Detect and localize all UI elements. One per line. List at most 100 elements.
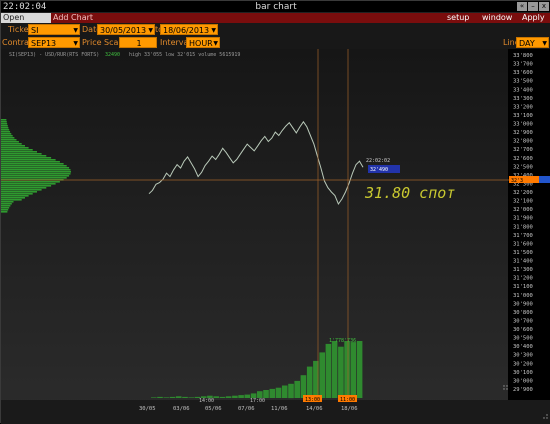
price-axis-label: 30'800: [513, 310, 533, 316]
volume-label: 1'778'736: [329, 338, 356, 344]
chart-toolbar: Ticker SI ▼ Date 30/05/2013 ▼ to 18/06/2…: [1, 23, 550, 49]
volume-profile-bar: [1, 209, 9, 211]
volume-bar: [300, 375, 307, 398]
date-to-value: 18/06/2013: [163, 26, 210, 35]
volume-profile-bar: [1, 147, 29, 149]
price-axis-label: 33'500: [513, 79, 533, 85]
volume-bar: [269, 388, 276, 398]
volume-bar: [331, 341, 338, 398]
volume-bar: [219, 396, 226, 398]
price-axis-label: 31'900: [513, 216, 533, 222]
price-axis-label: 31'500: [513, 250, 533, 256]
volume-profile-bar: [1, 185, 52, 187]
close-button[interactable]: x: [539, 2, 549, 11]
tab-add-chart[interactable]: Add Chart: [53, 13, 93, 23]
chevron-down-icon: ▼: [73, 27, 78, 34]
volume-bar: [306, 366, 313, 398]
volume-profile-bar: [1, 127, 9, 129]
volume-bar: [281, 385, 288, 398]
date-from-field[interactable]: 30/05/2013 ▼: [97, 24, 155, 35]
last-price-info: 32490: [105, 52, 120, 58]
menu-setup[interactable]: setup: [447, 13, 469, 23]
volume-profile-bar: [1, 189, 42, 191]
volume-bar: [344, 341, 350, 398]
volume-profile-bar: [1, 177, 67, 179]
menu-apply[interactable]: Apply: [522, 13, 545, 23]
price-axis-label: 31'700: [513, 233, 533, 239]
volume-profile-bar: [1, 199, 22, 201]
chevron-down-icon: ▼: [213, 40, 218, 47]
volume-bar: [350, 342, 357, 398]
price-axis-label: 30'300: [513, 353, 533, 359]
volume-bar: [182, 396, 188, 398]
volume-profile-bar: [1, 129, 10, 131]
volume-profile-bar: [1, 143, 22, 145]
date-axis-label: 30/05: [139, 406, 156, 412]
price-axis-label: 30'000: [513, 378, 533, 384]
price-chart[interactable]: SI(SEP13) - USD/RUR(RTS FORTS) 32490 hig…: [1, 49, 550, 424]
volume-profile-bar: [1, 159, 56, 161]
volume-profile-bar: [1, 131, 11, 133]
price-axis-label: 32'000: [513, 207, 533, 213]
volume-bar: [169, 396, 176, 398]
menu-window[interactable]: window: [482, 13, 512, 23]
symbol-info: SI(SEP13) - USD/RUR(RTS FORTS): [9, 52, 99, 58]
chart-background: [1, 49, 550, 424]
contract-value: SEP13: [31, 39, 57, 48]
volume-profile-bar: [1, 119, 7, 121]
volume-profile-bar: [1, 211, 8, 213]
volume-bar: [163, 397, 170, 398]
contract-select[interactable]: SEP13 ▼: [28, 37, 80, 48]
volume-profile-bar: [1, 141, 19, 143]
price-axis-label: 30'900: [513, 301, 533, 307]
back-button[interactable]: «: [517, 2, 527, 11]
volume-profile-bar: [1, 157, 52, 159]
time-highlight-label-1: 13:00: [305, 397, 320, 403]
volume-bar: [325, 343, 332, 398]
volume-profile-bar: [1, 181, 60, 183]
price-axis-label: 32'500: [513, 164, 533, 170]
price-axis-label: 31'200: [513, 276, 533, 282]
volume-profile-bar: [1, 153, 42, 155]
date-axis-label: 07/06: [238, 406, 255, 412]
price-axis-label: 33'600: [513, 70, 533, 76]
price-axis-label: 32'700: [513, 147, 533, 153]
line-select[interactable]: DAY ▼: [516, 37, 549, 48]
volume-profile-bar: [1, 197, 25, 199]
volume-profile-bar: [1, 175, 70, 177]
chevron-down-icon: ▼: [542, 40, 547, 47]
volume-profile-bar: [1, 163, 64, 165]
volume-profile-bar: [1, 161, 60, 163]
volume-profile-bar: [1, 203, 12, 205]
volume-bar: [356, 341, 363, 398]
tab-open-interest[interactable]: Open Interest: [1, 13, 51, 32]
price-axis-label: 31'000: [513, 293, 533, 299]
price-scale-field[interactable]: 1: [119, 37, 157, 48]
price-axis-label: 32'900: [513, 130, 533, 136]
volume-bar: [151, 397, 157, 398]
volume-profile-bar: [1, 169, 71, 171]
price-axis-label: 30'400: [513, 344, 533, 350]
interval-select[interactable]: HOUR ▼: [186, 37, 220, 48]
price-axis-label: 33'300: [513, 96, 533, 102]
volume-bar: [257, 391, 263, 398]
date-to-field[interactable]: 18/06/2013 ▼: [160, 24, 218, 35]
date-from-value: 30/05/2013: [100, 26, 147, 35]
volume-profile-bar: [1, 123, 8, 125]
price-axis-label: 33'400: [513, 87, 533, 93]
volume-profile-bar: [1, 193, 33, 195]
time-label-2: 17:00: [250, 398, 265, 404]
volume-profile-bar: [1, 145, 25, 147]
minimize-button[interactable]: –: [528, 2, 538, 11]
price-axis-label: 31'600: [513, 241, 533, 247]
date-axis-label: 14/06: [306, 406, 323, 412]
volume-bar: [238, 395, 244, 398]
volume-profile-bar: [1, 165, 67, 167]
ticker-select[interactable]: SI ▼: [28, 24, 80, 35]
volume-bar: [288, 383, 294, 399]
volume-profile-bar: [1, 167, 70, 169]
price-axis-label: 33'200: [513, 104, 533, 110]
price-axis-tag-blue: [539, 176, 550, 183]
title-bar[interactable]: 22:02:04 bar chart « – x: [1, 1, 550, 13]
price-axis-tag-label: 32'3: [511, 178, 523, 184]
